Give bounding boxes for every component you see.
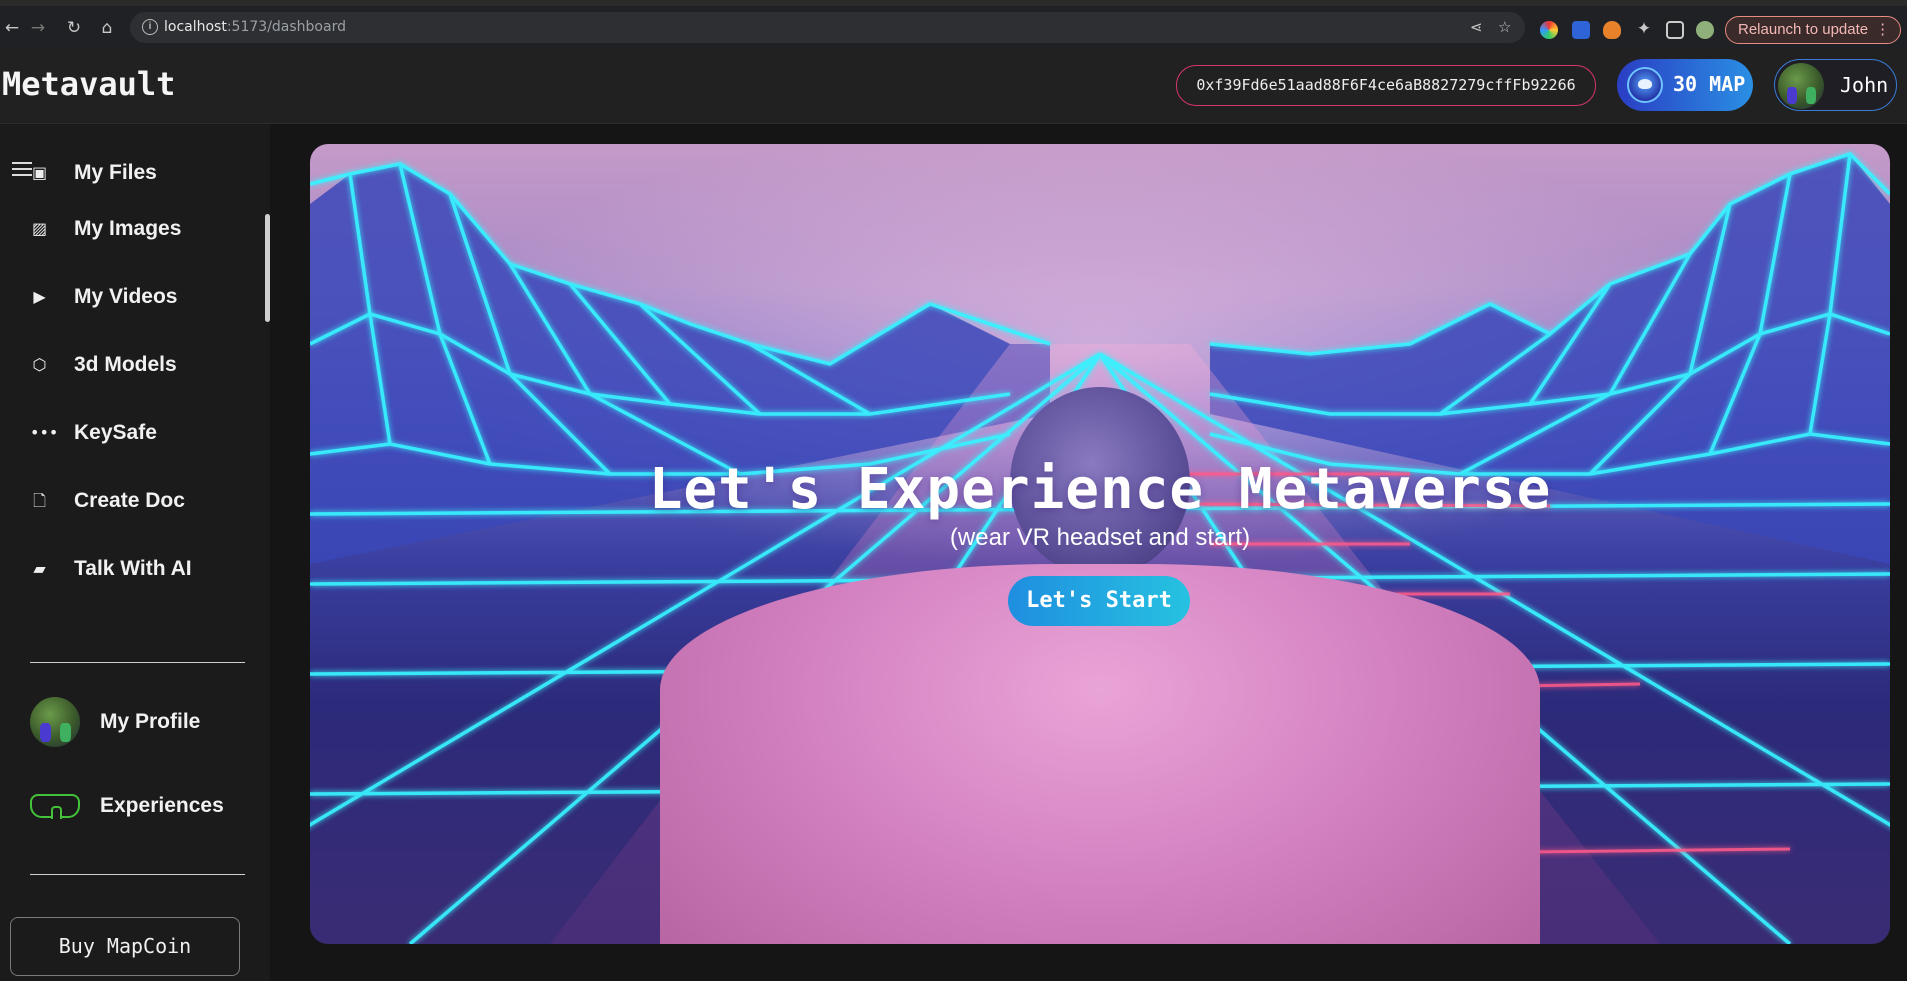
site-info-icon[interactable]: i xyxy=(142,19,158,35)
chat-icon: ▰ xyxy=(33,559,46,578)
sidebar-item-label: Create Doc xyxy=(74,489,185,512)
sidebar-item-3d-models[interactable]: ⬡ 3d Models xyxy=(0,336,262,392)
profile-avatar xyxy=(30,697,80,747)
sidebar-item-create-doc[interactable]: 🗋 Create Doc xyxy=(0,472,262,528)
sidebar-item-experiences[interactable]: Experiences xyxy=(0,774,262,834)
bookmark-star-icon[interactable]: ☆ xyxy=(1498,18,1511,36)
more-icon[interactable]: ⋮ xyxy=(1875,17,1890,43)
sidebar-item-talk-with-ai[interactable]: ▰ Talk With AI xyxy=(0,540,262,596)
sidebar-item-label: My Files xyxy=(74,161,157,184)
user-name: John xyxy=(1840,73,1889,97)
puzzle-icon[interactable]: ✦ xyxy=(1634,19,1654,39)
back-icon[interactable]: ← xyxy=(2,18,22,38)
reload-icon[interactable]: ↻ xyxy=(64,18,84,38)
sidebar-item-keysafe[interactable]: ••• KeySafe xyxy=(0,404,262,460)
coin-balance: 30 MAP xyxy=(1673,72,1746,96)
url-text: localhost:5173/dashboard xyxy=(164,19,346,35)
hero-title: Let's Experience Metaverse xyxy=(648,457,1552,522)
image-icon: ▨ xyxy=(31,219,48,238)
vr-headset-icon xyxy=(30,794,80,819)
hero-subtitle: (wear VR headset and start) xyxy=(949,524,1251,551)
forward-icon[interactable]: → xyxy=(28,18,48,38)
sidebar-item-my-images[interactable]: ▨ My Images xyxy=(0,200,262,256)
sidebar-divider xyxy=(30,662,245,663)
app-logo[interactable]: Metavault xyxy=(2,65,175,103)
sidebar-item-label: Experiences xyxy=(100,794,224,817)
sidebar-item-my-videos[interactable]: ▶ My Videos xyxy=(0,268,262,324)
main-content: Let's Experience Metaverse (wear VR head… xyxy=(270,124,1907,981)
user-menu-button[interactable]: John xyxy=(1774,59,1897,111)
avatar xyxy=(1778,63,1824,109)
sidebar-item-label: 3d Models xyxy=(74,353,177,376)
sidepanel-icon[interactable] xyxy=(1666,21,1684,39)
sidebar-item-label: Talk With AI xyxy=(74,557,192,580)
sidebar-item-label: My Profile xyxy=(100,710,201,733)
home-icon[interactable]: ⌂ xyxy=(97,18,117,38)
app-header: Metavault 0xf39Fd6e51aad88F6F4ce6aB88272… xyxy=(0,49,1907,124)
buy-mapcoin-button[interactable]: Buy MapCoin xyxy=(10,917,240,976)
sidebar: ▣ My Files ▨ My Images ▶ My Videos ⬡ 3d … xyxy=(0,124,270,981)
share-icon[interactable]: ⋖ xyxy=(1470,18,1483,36)
video-icon: ▶ xyxy=(33,287,46,306)
password-icon: ••• xyxy=(30,423,59,442)
extension-tool-icon[interactable] xyxy=(1572,21,1590,39)
hero-banner: Let's Experience Metaverse (wear VR head… xyxy=(310,144,1890,944)
mapcoin-icon xyxy=(1627,67,1663,103)
file-icon: ▣ xyxy=(31,163,48,182)
browser-toolbar: ← → ↻ ⌂ i localhost:5173/dashboard ⋖ ☆ ✦… xyxy=(0,0,1907,49)
sidebar-item-label: My Videos xyxy=(74,285,178,308)
cube-icon: ⬡ xyxy=(32,355,47,374)
coin-balance-button[interactable]: 30 MAP xyxy=(1617,59,1753,111)
address-bar[interactable]: i localhost:5173/dashboard ⋖ ☆ xyxy=(130,12,1525,43)
sidebar-divider xyxy=(30,874,245,875)
metamask-icon[interactable] xyxy=(1603,21,1621,39)
sidebar-item-label: KeySafe xyxy=(74,421,157,444)
browser-profile-icon[interactable] xyxy=(1696,21,1714,39)
relaunch-button[interactable]: Relaunch to update ⋮ xyxy=(1725,16,1902,44)
extension-color-icon[interactable] xyxy=(1540,21,1558,39)
wallet-address[interactable]: 0xf39Fd6e51aad88F6F4ce6aB8827279cffFb922… xyxy=(1176,65,1596,106)
sidebar-item-my-profile[interactable]: My Profile xyxy=(0,697,262,757)
lets-start-button[interactable]: Let's Start xyxy=(1008,576,1190,626)
document-icon: 🗋 xyxy=(33,491,46,510)
sidebar-item-my-files[interactable]: ▣ My Files xyxy=(0,144,262,200)
sidebar-item-label: My Images xyxy=(74,217,182,240)
